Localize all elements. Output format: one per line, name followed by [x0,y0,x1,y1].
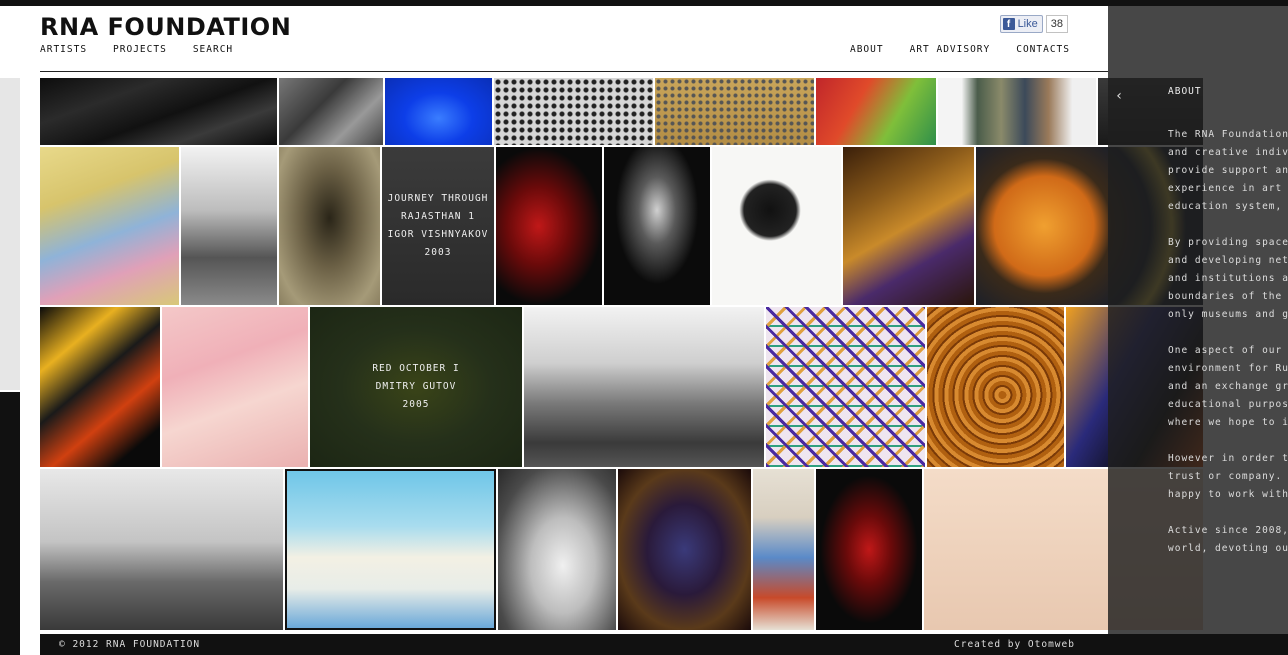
caption-line: DMITRY GUTOV [375,381,457,392]
site-footer: © 2012 RNA FOUNDATION Created by Otomweb [40,634,1288,655]
about-panel-title: ABOUT [1168,86,1202,97]
artwork-tile[interactable] [766,307,925,467]
about-line: The RNA Foundation [1168,129,1288,140]
about-line: educational purpose [1168,399,1288,410]
artwork-tile[interactable] [816,78,936,145]
about-line: only museums and ga [1168,309,1288,320]
tile-caption: RED OCTOBER I DMITRY GUTOV 2005 [310,307,522,467]
about-paragraph: Active since 2008, world, devoting our [1168,522,1288,558]
artwork-tile[interactable] [498,469,616,630]
site-header: RNA FOUNDATION ARTISTS PROJECTS SEARCH A… [40,6,1108,72]
artwork-tile[interactable] [494,78,653,145]
caption-line: 2003 [424,247,452,258]
about-line: One aspect of our f [1168,345,1288,356]
artwork-tile[interactable] [385,78,492,145]
caption-line: RAJASTHAN 1 [401,211,475,222]
artwork-tile[interactable] [162,307,308,467]
caption-line: JOURNEY THROUGH [387,193,489,204]
panel-collapse-chevron-icon[interactable]: ‹ [1108,77,1130,115]
nav-search[interactable]: SEARCH [193,44,233,55]
about-line: and creative indivi [1168,147,1288,158]
about-panel-text: The RNA Foundation and creative indivi p… [1168,126,1288,576]
artwork-tile[interactable] [524,307,764,467]
artwork-tile[interactable] [618,469,751,630]
left-edge-dark [0,392,20,655]
artwork-tile-journey-through-rajasthan[interactable]: JOURNEY THROUGH RAJASTHAN 1 IGOR VISHNYA… [382,147,494,305]
about-line: boundaries of the m [1168,291,1288,302]
facebook-like-widget: f Like 38 [999,15,1068,33]
artwork-tile[interactable] [496,147,602,305]
about-paragraph: The RNA Foundation and creative indivi p… [1168,126,1288,216]
about-paragraph: By providing space and developing netw a… [1168,234,1288,324]
artwork-tile[interactable] [40,147,179,305]
about-panel: ‹ ABOUT The RNA Foundation and creative … [1108,6,1288,634]
secondary-nav: ABOUT ART ADVISORY CONTACTS [850,44,1070,55]
about-line: provide support and [1168,165,1288,176]
facebook-icon: f [1002,18,1015,30]
about-line: trust or company. F [1168,471,1288,482]
about-line: and an exchange gro [1168,381,1288,392]
artwork-tile-red-october[interactable]: RED OCTOBER I DMITRY GUTOV 2005 [310,307,522,467]
about-paragraph: One aspect of our f environment for Rus … [1168,342,1288,432]
like-label: Like [1017,18,1038,30]
footer-copyright: © 2012 RNA FOUNDATION [59,639,201,650]
about-line: By providing space [1168,237,1288,248]
about-line: and developing netw [1168,255,1288,266]
about-line: environment for Rus [1168,363,1288,374]
caption-line: IGOR VISHNYAKOV [387,229,489,240]
nav-projects[interactable]: PROJECTS [113,44,167,55]
artwork-tile[interactable] [604,147,710,305]
artwork-tile[interactable] [938,78,1096,145]
artwork-tile[interactable] [712,147,841,305]
artwork-tile[interactable] [753,469,814,630]
artwork-tile[interactable] [181,147,277,305]
site-logo[interactable]: RNA FOUNDATION [40,13,291,41]
nav-artists[interactable]: ARTISTS [40,44,87,55]
facebook-like-button[interactable]: f Like [999,15,1043,33]
left-edge-light [0,78,20,390]
caption-line: 2005 [402,399,430,410]
caption-line: RED OCTOBER I [372,363,460,374]
tile-caption: JOURNEY THROUGH RAJASTHAN 1 IGOR VISHNYA… [382,147,494,305]
footer-credit-link[interactable]: Created by Otomweb [954,639,1075,650]
about-line: world, devoting our [1168,543,1288,554]
artwork-tile[interactable] [40,469,283,630]
about-line: where we hope to in [1168,417,1288,428]
nav-about[interactable]: ABOUT [850,44,884,55]
artwork-tile[interactable] [40,78,277,145]
artwork-tile[interactable] [40,307,160,467]
nav-art-advisory[interactable]: ART ADVISORY [910,44,991,55]
about-paragraph: However in order to trust or company. F … [1168,450,1288,504]
artwork-grid: JOURNEY THROUGH RAJASTHAN 1 IGOR VISHNYA… [40,78,1288,630]
artwork-tile[interactable] [279,78,383,145]
about-line: and institutions ac [1168,273,1288,284]
artwork-tile[interactable] [655,78,814,145]
like-count: 38 [1045,15,1068,33]
artwork-tile[interactable] [285,469,496,630]
artwork-tile[interactable] [279,147,380,305]
primary-nav: ARTISTS PROJECTS SEARCH [40,44,233,55]
about-line: experience in art m [1168,183,1288,194]
nav-contacts[interactable]: CONTACTS [1016,44,1070,55]
artwork-tile[interactable] [927,307,1064,467]
about-line: education system, d [1168,201,1288,212]
artwork-tile[interactable] [843,147,974,305]
about-line: However in order to [1168,453,1288,464]
artwork-tile[interactable] [816,469,922,630]
about-line: Active since 2008, [1168,525,1288,536]
about-line: happy to work with [1168,489,1288,500]
